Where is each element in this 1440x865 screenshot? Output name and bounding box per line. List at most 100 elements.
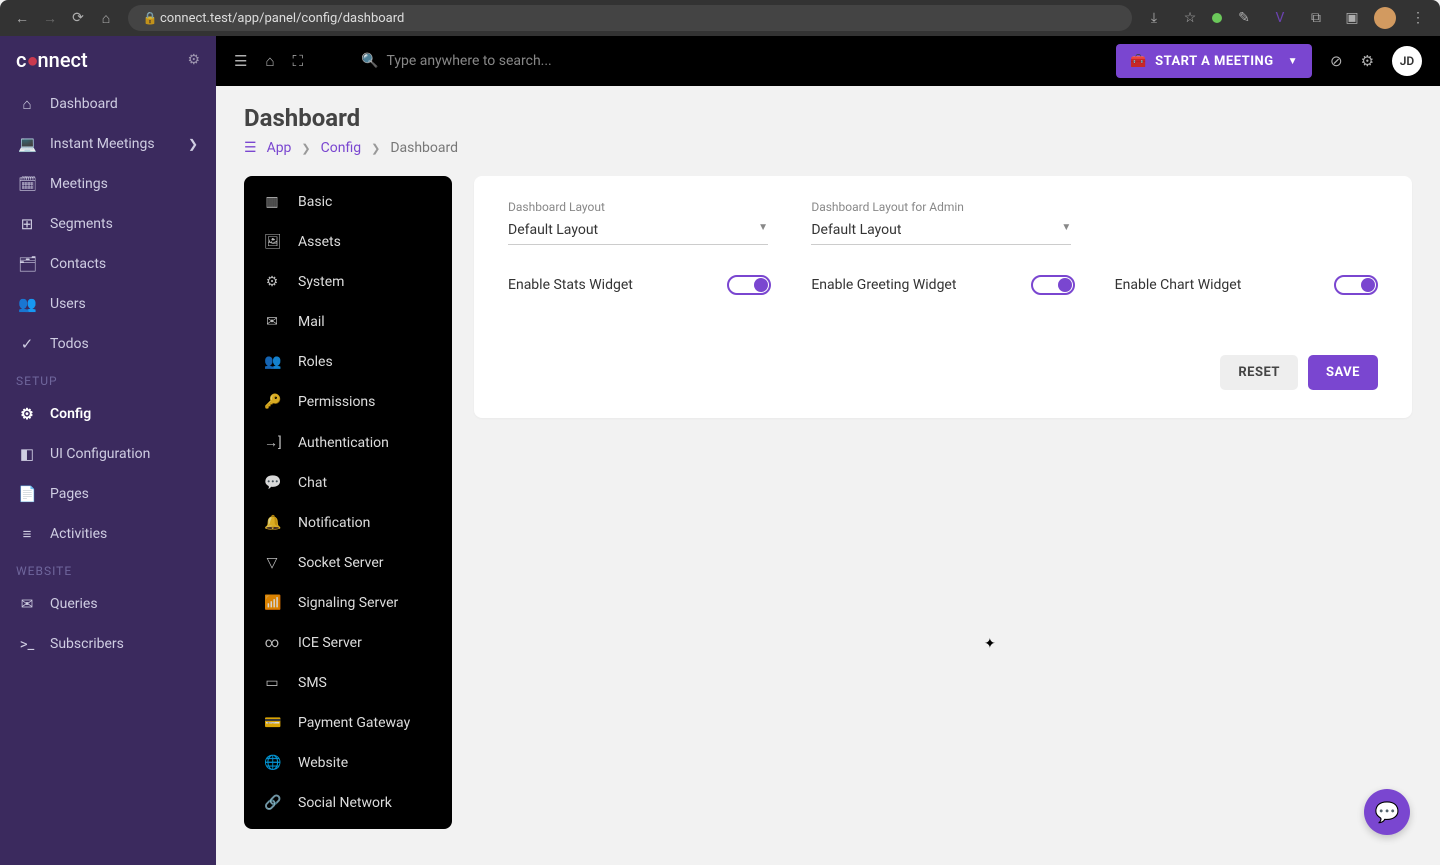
- config-nav-basic[interactable]: ▥Basic: [244, 182, 452, 222]
- select-dashboard-layout[interactable]: Default Layout ▼: [508, 216, 768, 245]
- config-nav-signaling-server[interactable]: 📶Signaling Server: [244, 583, 452, 623]
- bookmark-icon[interactable]: ☆: [1176, 10, 1204, 26]
- sidebar-item-ui-configuration[interactable]: ◧UI Configuration: [0, 434, 216, 474]
- config-nav-assets[interactable]: 🖼Assets: [244, 222, 452, 262]
- config-nav-website[interactable]: 🌐Website: [244, 743, 452, 783]
- authentication-icon: →]: [264, 434, 280, 451]
- v-icon[interactable]: V: [1266, 10, 1294, 26]
- field-admin-layout: Dashboard Layout for Admin Default Layou…: [811, 200, 1074, 245]
- extensions-icon[interactable]: ⧉: [1302, 10, 1330, 26]
- sidebar-item-label: Meetings: [50, 176, 108, 192]
- select-value: Default Layout: [508, 222, 598, 238]
- toggle-switch[interactable]: [1334, 275, 1378, 295]
- sidebar-item-instant-meetings[interactable]: 💻Instant Meetings❯: [0, 124, 216, 164]
- config-nav-label: Mail: [298, 314, 325, 330]
- config-nav-payment-gateway[interactable]: 💳Payment Gateway: [244, 703, 452, 743]
- global-search[interactable]: 🔍 Type anywhere to search...: [361, 53, 721, 69]
- start-meeting-button[interactable]: 🧰 START A MEETING ▼: [1116, 44, 1312, 78]
- sidebar-item-meetings[interactable]: 🗓Meetings: [0, 164, 216, 204]
- menu-icon[interactable]: ⋮: [1404, 10, 1432, 26]
- sidebar-item-dashboard[interactable]: ⌂Dashboard: [0, 84, 216, 124]
- config-nav-social-network[interactable]: 🔗Social Network: [244, 783, 452, 823]
- expand-icon[interactable]: ⛶: [293, 52, 304, 70]
- config-nav-roles[interactable]: 👥Roles: [244, 342, 452, 382]
- config-nav-mail[interactable]: ✉ Mail: [244, 302, 452, 342]
- sidebar-item-users[interactable]: 👥Users: [0, 284, 216, 324]
- sidebar-item-label: Subscribers: [50, 636, 124, 652]
- sidepanel-icon[interactable]: ▣: [1338, 10, 1366, 26]
- config-nav-permissions[interactable]: 🔑Permissions: [244, 382, 452, 422]
- search-icon: 🔍: [361, 53, 378, 69]
- permissions-icon: 🔑: [264, 394, 280, 410]
- save-button[interactable]: SAVE: [1308, 355, 1378, 390]
- settings-icon[interactable]: ⚙: [1361, 52, 1374, 70]
- toggle-knob-icon: [1058, 278, 1072, 292]
- address-url: connect.test/app/panel/config/dashboard: [160, 11, 404, 26]
- check-icon[interactable]: ⊘: [1330, 52, 1343, 70]
- brand-o-icon: ●: [26, 48, 37, 73]
- sidebar-item-label: Segments: [50, 216, 113, 232]
- mail-icon: ✉: [264, 314, 280, 330]
- breadcrumb-toggle-icon[interactable]: ☰: [244, 140, 257, 156]
- toggle-switch[interactable]: [727, 275, 771, 295]
- user-avatar[interactable]: JD: [1392, 46, 1422, 76]
- sidebar-item-label: Contacts: [50, 256, 106, 272]
- browser-avatar-icon[interactable]: [1374, 7, 1396, 29]
- config-nav-system[interactable]: ⚙System: [244, 262, 452, 302]
- sidebar-item-subscribers[interactable]: >_Subscribers: [0, 624, 216, 664]
- config-nav-label: Signaling Server: [298, 595, 398, 611]
- config-nav-notification[interactable]: 🔔Notification: [244, 503, 452, 543]
- select-admin-layout[interactable]: Default Layout ▼: [811, 216, 1071, 245]
- sidebar-setup-group: ⚙Config◧UI Configuration📄Pages≡Activitie…: [0, 394, 216, 554]
- dashboard-icon: ⌂: [18, 95, 36, 113]
- sidebar-item-label: UI Configuration: [50, 446, 150, 462]
- brand-pre: c: [16, 48, 26, 72]
- pages-icon: 📄: [18, 485, 36, 503]
- config-nav-authentication[interactable]: →]Authentication: [244, 422, 452, 463]
- reload-icon[interactable]: ⟳: [64, 10, 92, 26]
- chat-fab[interactable]: 💬: [1364, 789, 1410, 835]
- website-icon: 🌐: [264, 755, 280, 771]
- extension-dot-icon[interactable]: [1212, 13, 1222, 23]
- assets-icon: 🖼: [264, 234, 280, 250]
- sidebar-setup-label: SETUP: [0, 364, 216, 394]
- config-nav-chat[interactable]: 💬Chat: [244, 463, 452, 503]
- config-nav-label: Payment Gateway: [298, 715, 410, 731]
- config-nav-sms[interactable]: ▭SMS: [244, 663, 452, 703]
- install-icon[interactable]: ⤓: [1140, 10, 1168, 26]
- breadcrumb-config[interactable]: Config: [321, 140, 361, 156]
- toggle-enable-greeting-widget: Enable Greeting Widget: [811, 275, 1074, 295]
- address-bar[interactable]: 🔒 connect.test/app/panel/config/dashboar…: [128, 5, 1132, 31]
- sidebar-item-segments[interactable]: ⊞Segments: [0, 204, 216, 244]
- sidebar-item-activities[interactable]: ≡Activities: [0, 514, 216, 554]
- home-icon[interactable]: ⌂: [265, 52, 274, 70]
- sidebar-item-label: Activities: [50, 526, 107, 542]
- reset-button[interactable]: RESET: [1220, 355, 1298, 390]
- back-icon[interactable]: ←: [8, 10, 36, 27]
- brand-gear-icon[interactable]: ⚙: [187, 52, 200, 68]
- toggle-label: Enable Chart Widget: [1115, 277, 1242, 293]
- sidebar-website-group: ✉Queries>_Subscribers: [0, 584, 216, 664]
- brand-logo[interactable]: c●nnect ⚙: [0, 36, 216, 84]
- toggle-enable-stats-widget: Enable Stats Widget: [508, 275, 771, 295]
- basic-icon: ▥: [264, 194, 280, 210]
- sidebar-item-todos[interactable]: ✓Todos: [0, 324, 216, 364]
- forward-icon[interactable]: →: [36, 10, 64, 27]
- browser-chrome: ← → ⟳ ⌂ 🔒 connect.test/app/panel/config/…: [0, 0, 1440, 36]
- home-icon[interactable]: ⌂: [92, 10, 120, 27]
- contacts-icon: 🗂: [18, 255, 36, 273]
- sidebar-item-config[interactable]: ⚙Config: [0, 394, 216, 434]
- ice-server-icon: ∞: [264, 635, 280, 651]
- hamburger-icon[interactable]: ☰: [234, 52, 247, 70]
- sidebar-item-pages[interactable]: 📄Pages: [0, 474, 216, 514]
- toggle-switch[interactable]: [1031, 275, 1075, 295]
- sidebar-item-contacts[interactable]: 🗂 Contacts: [0, 244, 216, 284]
- triangle-down-icon: ▼: [1061, 222, 1071, 238]
- config-nav-ice-server[interactable]: ∞ICE Server: [244, 623, 452, 663]
- page-title: Dashboard: [244, 104, 1412, 132]
- config-nav-socket-server[interactable]: ▽Socket Server: [244, 543, 452, 583]
- pen-icon[interactable]: ✎: [1230, 10, 1258, 26]
- site-info-icon[interactable]: 🔒: [140, 11, 160, 25]
- breadcrumb-app[interactable]: App: [267, 140, 292, 156]
- sidebar-item-queries[interactable]: ✉Queries: [0, 584, 216, 624]
